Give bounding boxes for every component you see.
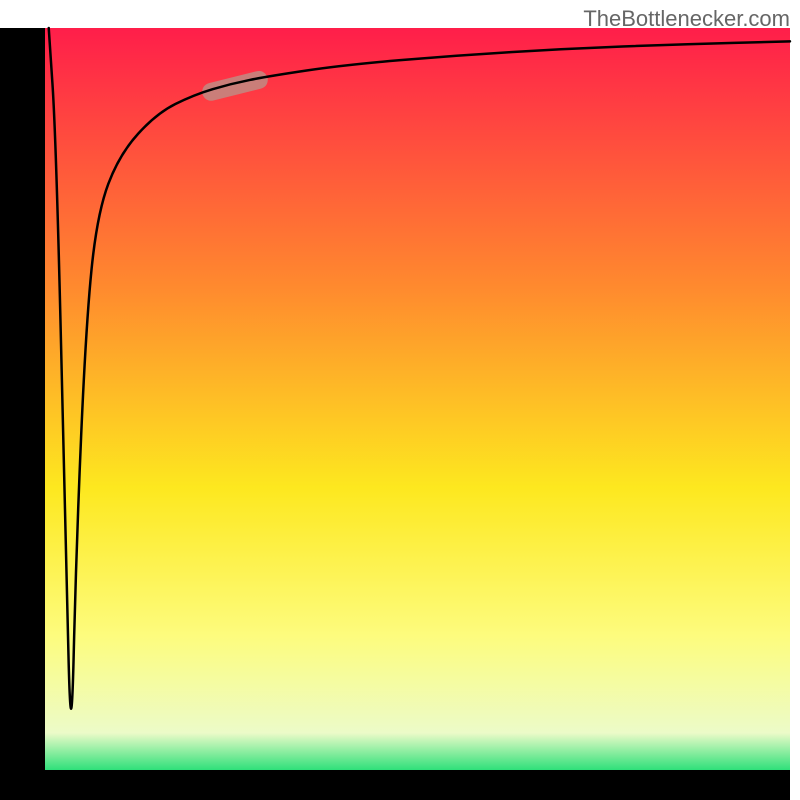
chart-container: TheBottlenecker.com [0,0,800,800]
watermark-text: TheBottlenecker.com [583,6,790,32]
chart-plot [0,0,800,800]
